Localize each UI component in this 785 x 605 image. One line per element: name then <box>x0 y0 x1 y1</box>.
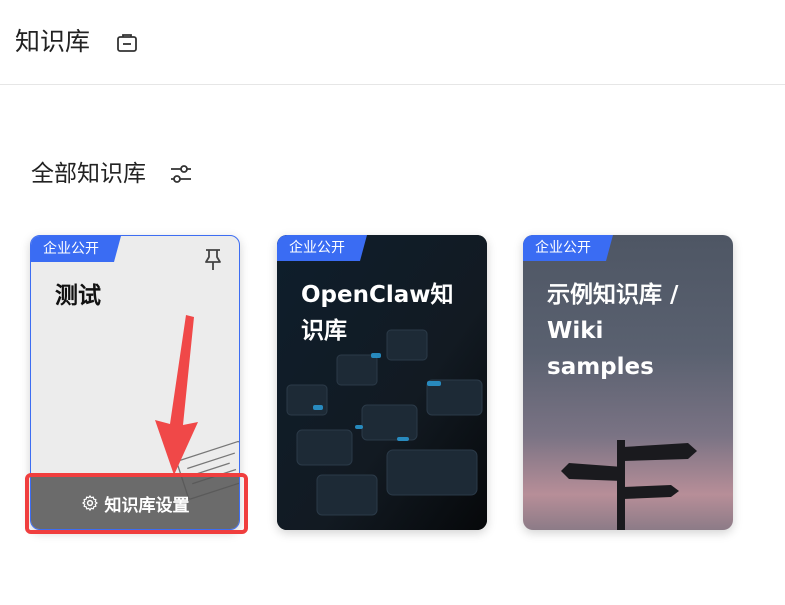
knowledge-base-card-test[interactable]: 企业公开 测试 知识库设置 <box>30 235 240 530</box>
sliders-icon[interactable] <box>167 160 195 188</box>
section-title: 全部知识库 <box>31 161 146 187</box>
knowledge-base-settings-button[interactable]: 知识库设置 <box>31 477 239 529</box>
visibility-badge: 企业公开 <box>277 235 367 261</box>
pin-icon[interactable] <box>201 246 225 272</box>
visibility-badge: 企业公开 <box>523 235 613 261</box>
card-title: OpenClaw知识库 <box>301 282 454 344</box>
settings-label: 知识库设置 <box>104 495 190 516</box>
card-title: 示例知识库 / Wiki samples <box>547 282 679 380</box>
knowledge-base-card-wiki-samples[interactable]: 企业公开 示例知识库 / Wiki samples <box>523 235 733 530</box>
gear-icon <box>81 495 98 511</box>
card-title: 测试 <box>55 283 101 309</box>
briefcase-icon[interactable] <box>114 30 140 56</box>
visibility-badge: 企业公开 <box>31 236 121 262</box>
page-title: 知识库 <box>15 27 91 56</box>
top-bar: 知识库 <box>0 0 785 85</box>
knowledge-base-card-openclaw[interactable]: 企业公开 OpenClaw知识库 <box>277 235 487 530</box>
